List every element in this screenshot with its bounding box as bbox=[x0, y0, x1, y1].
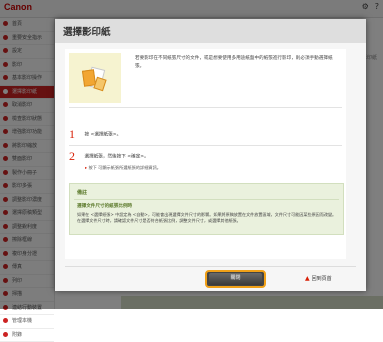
hint-text: 按下 可顯示紙張所選紙張的詳細資訊。 bbox=[88, 165, 161, 170]
footer-divider bbox=[65, 266, 356, 267]
paper-illustration bbox=[69, 53, 121, 103]
sidebar-item-label: 管理本機 bbox=[12, 318, 32, 324]
note-subheading: 選擇文件尺寸的紙張比例時 bbox=[77, 203, 132, 209]
step-number: 2 bbox=[69, 149, 83, 164]
note-divider bbox=[74, 199, 339, 200]
close-button-label: 關閉 bbox=[209, 273, 262, 285]
step-text: 按 <選擇紙張>。 bbox=[84, 133, 121, 138]
dialog-title: 選擇影印紙 bbox=[63, 24, 111, 38]
close-button[interactable]: 關閉 bbox=[205, 270, 266, 288]
bullet-icon bbox=[3, 332, 8, 337]
divider bbox=[69, 145, 342, 146]
note-box: 備註 選擇文件尺寸的紙張比例時 如果在 <選擇紙張> 中設定為 <自動>，可能會… bbox=[69, 183, 344, 235]
bullet-icon: ▸ bbox=[85, 165, 87, 170]
paper-sheet-icon bbox=[93, 77, 106, 92]
sidebar-item[interactable]: 管理本機 bbox=[0, 315, 54, 329]
note-heading: 備註 bbox=[77, 189, 87, 196]
step-1: 1 按 <選擇紙張>。 bbox=[69, 127, 121, 142]
up-arrow-icon: ▲ bbox=[305, 275, 310, 282]
divider bbox=[69, 107, 342, 108]
step-hint: ▸ 按下 可顯示紙張所選紙張的詳細資訊。 bbox=[85, 165, 161, 171]
sidebar-item[interactable]: 附錄 bbox=[0, 329, 54, 342]
intro-text: 若要影印在不同紙張尺寸的文件，或是想要使用多用途紙盤中的紙張進行影印，則必須手動… bbox=[135, 55, 335, 70]
back-to-top-label: 回到頁首 bbox=[312, 275, 332, 282]
select-paper-dialog: 選擇影印紙 若要影印在不同紙張尺寸的文件，或是想要使用多用途紙盤中的紙張進行影印… bbox=[55, 19, 366, 291]
step-text: 選擇紙張，然後按下 <確定>。 bbox=[84, 155, 148, 160]
dialog-title-bar: 選擇影印紙 bbox=[55, 19, 366, 43]
bullet-icon bbox=[3, 318, 8, 323]
back-to-top-link[interactable]: ▲ 回到頁首 bbox=[305, 275, 332, 282]
note-text: 如果在 <選擇紙張> 中設定為 <自動>，可能會出現選擇文件尺寸的影響。如果將原… bbox=[77, 212, 339, 225]
dialog-body: 若要影印在不同紙張尺寸的文件，或是想要使用多用途紙盤中的紙張進行影印，則必須手動… bbox=[65, 49, 346, 259]
step-2: 2 選擇紙張，然後按下 <確定>。 bbox=[69, 149, 149, 164]
step-number: 1 bbox=[69, 127, 83, 142]
sidebar-item-label: 附錄 bbox=[12, 332, 22, 338]
